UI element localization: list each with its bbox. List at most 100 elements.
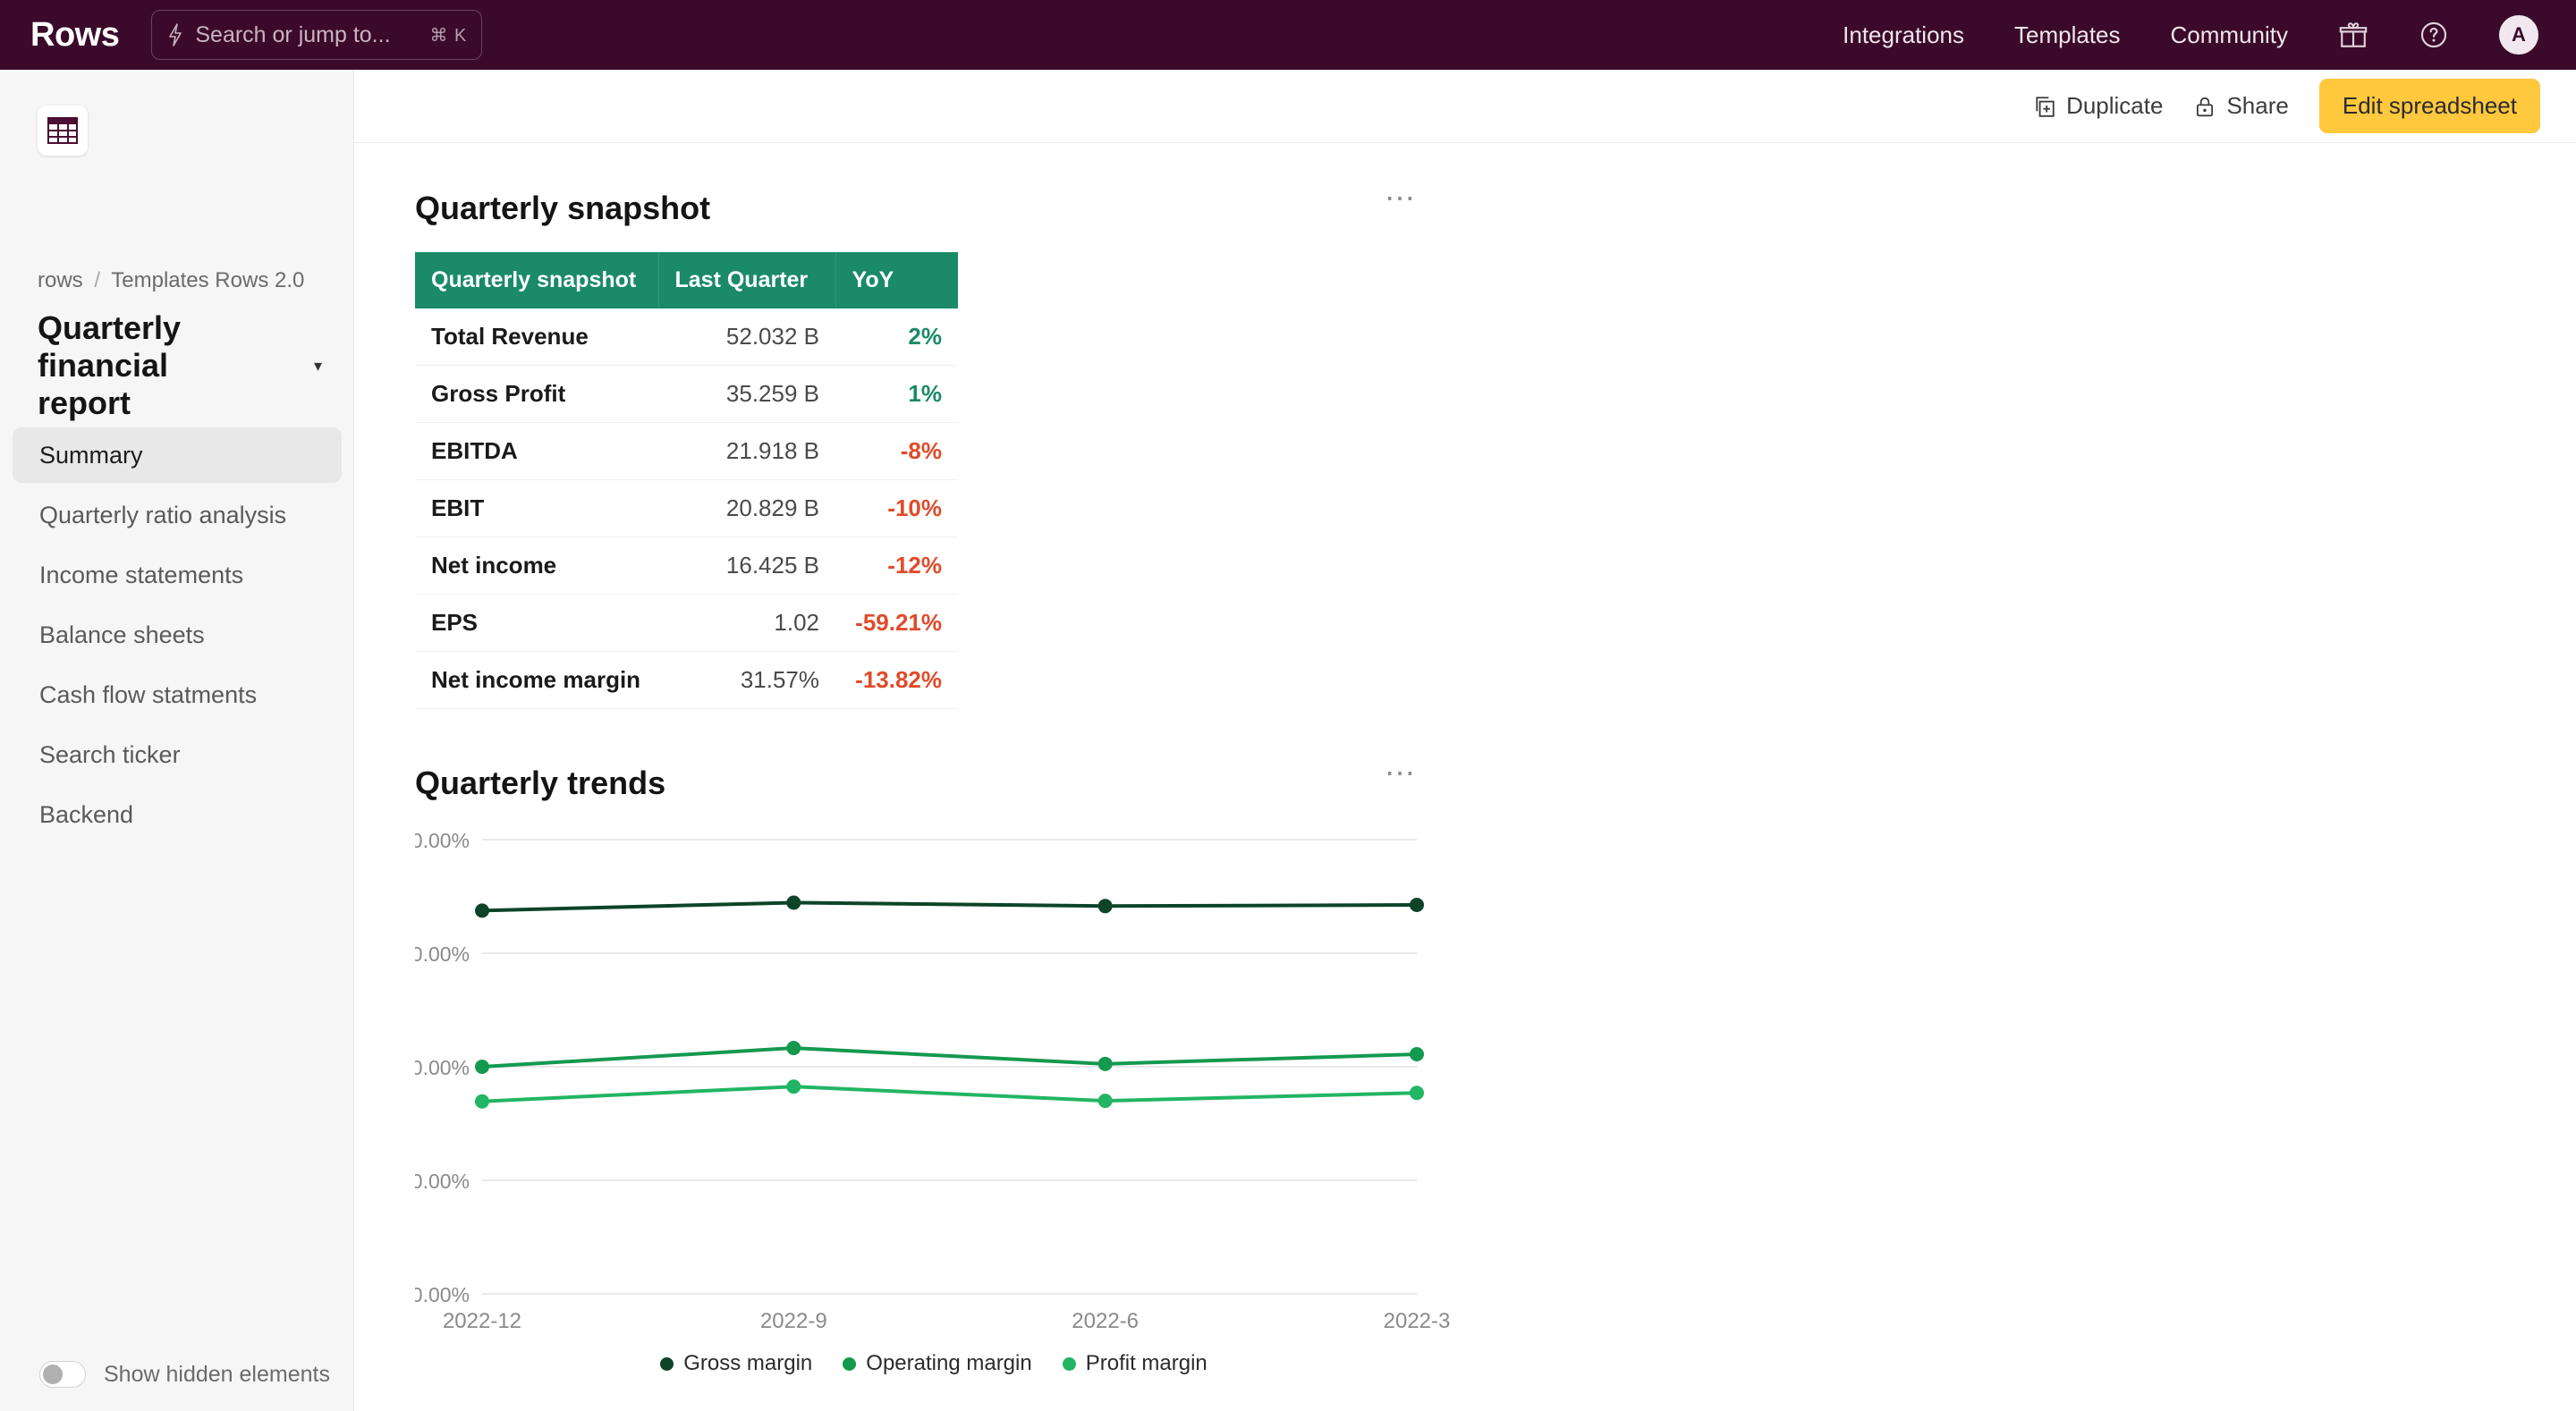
- nav-link-community[interactable]: Community: [2171, 21, 2288, 49]
- x-axis-tick-label: 2022-3: [1384, 1309, 1451, 1333]
- breadcrumb-folder[interactable]: Templates Rows 2.0: [111, 268, 304, 292]
- y-axis-tick-label: 80.00%: [415, 829, 470, 852]
- chart-legend: Gross margin Operating margin Profit margi…: [415, 1351, 1453, 1376]
- row-yoy: -8%: [835, 422, 958, 480]
- share-label: Share: [2226, 92, 2289, 119]
- row-value: 52.032 B: [658, 308, 835, 366]
- table-row[interactable]: EBITDA 21.918 B -8%: [415, 422, 958, 480]
- legend-item[interactable]: Operating margin: [843, 1351, 1032, 1376]
- table-body: Total Revenue 52.032 B 2% Gross Profit 3…: [415, 308, 958, 709]
- snapshot-widget-menu-icon[interactable]: ⋯: [1385, 183, 1417, 214]
- help-circle-icon[interactable]: [2419, 20, 2449, 50]
- legend-color-dot: [843, 1356, 857, 1371]
- search-shortcut-hint: ⌘ K: [429, 25, 468, 46]
- sidebar-item-label: Quarterly ratio analysis: [39, 501, 287, 528]
- legend-color-dot: [660, 1356, 674, 1371]
- nav-link-templates[interactable]: Templates: [2014, 21, 2121, 49]
- row-label: Net income: [415, 537, 658, 595]
- spreadsheet-icon: [47, 117, 78, 144]
- table-row[interactable]: Gross Profit 35.259 B 1%: [415, 365, 958, 423]
- spreadsheet-icon-tile[interactable]: [38, 106, 88, 156]
- row-label: EBIT: [415, 479, 658, 537]
- breadcrumb: rows / Templates Rows 2.0: [38, 268, 304, 293]
- row-label: EBITDA: [415, 422, 658, 480]
- sidebar-item-cash-flow-statements[interactable]: Cash flow statments: [13, 667, 342, 722]
- search-input[interactable]: Search or jump to...: [195, 22, 419, 48]
- share-button[interactable]: Share: [2193, 92, 2289, 120]
- top-nav-links: Integrations Templates Community A: [1843, 15, 2576, 55]
- show-hidden-elements-toggle[interactable]: Show hidden elements: [39, 1361, 330, 1388]
- column-header-yoy[interactable]: YoY: [835, 252, 958, 308]
- nav-link-integrations[interactable]: Integrations: [1843, 21, 1964, 49]
- x-axis-tick-label: 2022-9: [760, 1309, 827, 1333]
- sidebar-item-income-statements[interactable]: Income statements: [13, 547, 342, 603]
- column-header-last-quarter[interactable]: Last Quarter: [657, 252, 835, 308]
- x-axis-tick-label: 2022-12: [443, 1309, 521, 1333]
- app-logo[interactable]: Rows: [30, 16, 120, 55]
- table-row[interactable]: Net income margin 31.57% -13.82%: [415, 651, 958, 709]
- duplicate-label: Duplicate: [2066, 92, 2164, 119]
- x-axis-tick-label: 2022-6: [1072, 1309, 1139, 1333]
- toggle-switch[interactable]: [39, 1361, 86, 1388]
- row-yoy: 2%: [835, 308, 958, 366]
- table-row[interactable]: EPS 1.02 -59.21%: [415, 594, 958, 652]
- row-yoy: -12%: [835, 537, 958, 595]
- row-label: Total Revenue: [415, 308, 658, 366]
- sidebar: rows / Templates Rows 2.0 Quarterly fina…: [0, 70, 354, 1411]
- document-title-row[interactable]: Quarterly financial report ▾: [38, 309, 322, 422]
- duplicate-button[interactable]: Duplicate: [2033, 92, 2163, 120]
- legend-item[interactable]: Profit margin: [1062, 1351, 1208, 1376]
- row-value: 21.918 B: [658, 422, 835, 480]
- legend-label: Profit margin: [1085, 1351, 1208, 1375]
- table-row[interactable]: Net income 16.425 B -12%: [415, 537, 958, 595]
- toggle-knob: [43, 1365, 63, 1384]
- trends-widget-menu-icon[interactable]: ⋯: [1385, 758, 1417, 789]
- row-value: 31.57%: [658, 651, 835, 709]
- sidebar-item-summary[interactable]: Summary: [13, 427, 342, 483]
- snapshot-widget-header: Quarterly snapshot ⋯: [415, 183, 1417, 227]
- user-avatar[interactable]: A: [2499, 15, 2538, 55]
- chart-point: [1097, 1094, 1113, 1109]
- global-search-box[interactable]: Search or jump to... ⌘ K: [151, 10, 483, 60]
- row-label: Gross Profit: [415, 365, 658, 423]
- chart-point: [1410, 1047, 1424, 1062]
- trends-line-chart-svg: 0.00% 20.00% 40.00% 60.00% 80.00% 2022-12 2022…: [415, 829, 1451, 1333]
- sidebar-item-search-ticker[interactable]: Search ticker: [13, 727, 342, 782]
- chart-point: [1097, 899, 1113, 914]
- sidebar-item-backend[interactable]: Backend: [13, 787, 342, 842]
- gift-icon[interactable]: [2338, 20, 2368, 50]
- sidebar-item-quarterly-ratio-analysis[interactable]: Quarterly ratio analysis: [13, 487, 342, 543]
- column-header-metric[interactable]: Quarterly snapshot: [415, 252, 658, 308]
- legend-label: Operating margin: [866, 1351, 1032, 1375]
- document-toolbar: Duplicate Share Edit spreadsheet: [354, 70, 2576, 143]
- chart-point: [475, 903, 489, 918]
- sidebar-item-balance-sheets[interactable]: Balance sheets: [13, 607, 342, 663]
- y-axis-tick-label: 40.00%: [415, 1056, 470, 1079]
- chart-point: [1410, 898, 1424, 913]
- table-row[interactable]: Total Revenue 52.032 B 2%: [415, 308, 958, 366]
- edit-spreadsheet-button[interactable]: Edit spreadsheet: [2318, 79, 2540, 133]
- quarterly-trends-chart[interactable]: 0.00% 20.00% 40.00% 60.00% 80.00% 2022-12 2022…: [415, 827, 1453, 1381]
- row-value: 20.829 B: [658, 479, 835, 537]
- table-row[interactable]: EBIT 20.829 B -10%: [415, 479, 958, 537]
- lock-icon: [2197, 97, 2214, 116]
- row-yoy: -10%: [835, 479, 958, 537]
- duplicate-icon: [2036, 96, 2055, 117]
- row-label: Net income margin: [415, 651, 658, 709]
- chart-point: [1410, 1086, 1424, 1101]
- legend-item[interactable]: Gross margin: [660, 1351, 812, 1376]
- sidebar-nav: Summary Quarterly ratio analysis Income …: [13, 427, 342, 847]
- chart-point: [786, 895, 801, 910]
- y-axis-tick-label: 0.00%: [415, 1283, 470, 1306]
- sidebar-item-label: Backend: [39, 800, 134, 828]
- chart-point: [1097, 1056, 1113, 1071]
- breadcrumb-workspace[interactable]: rows: [38, 268, 83, 292]
- chevron-down-icon[interactable]: ▾: [314, 357, 322, 376]
- row-label: EPS: [415, 594, 658, 652]
- y-axis-tick-label: 60.00%: [415, 942, 470, 966]
- legend-label: Gross margin: [683, 1351, 813, 1375]
- chart-point: [786, 1079, 801, 1094]
- top-navigation-bar: Rows Search or jump to... ⌘ K Integratio…: [0, 0, 2576, 70]
- breadcrumb-separator: /: [94, 268, 101, 292]
- table-header: Quarterly snapshot Last Quarter YoY: [415, 252, 958, 308]
